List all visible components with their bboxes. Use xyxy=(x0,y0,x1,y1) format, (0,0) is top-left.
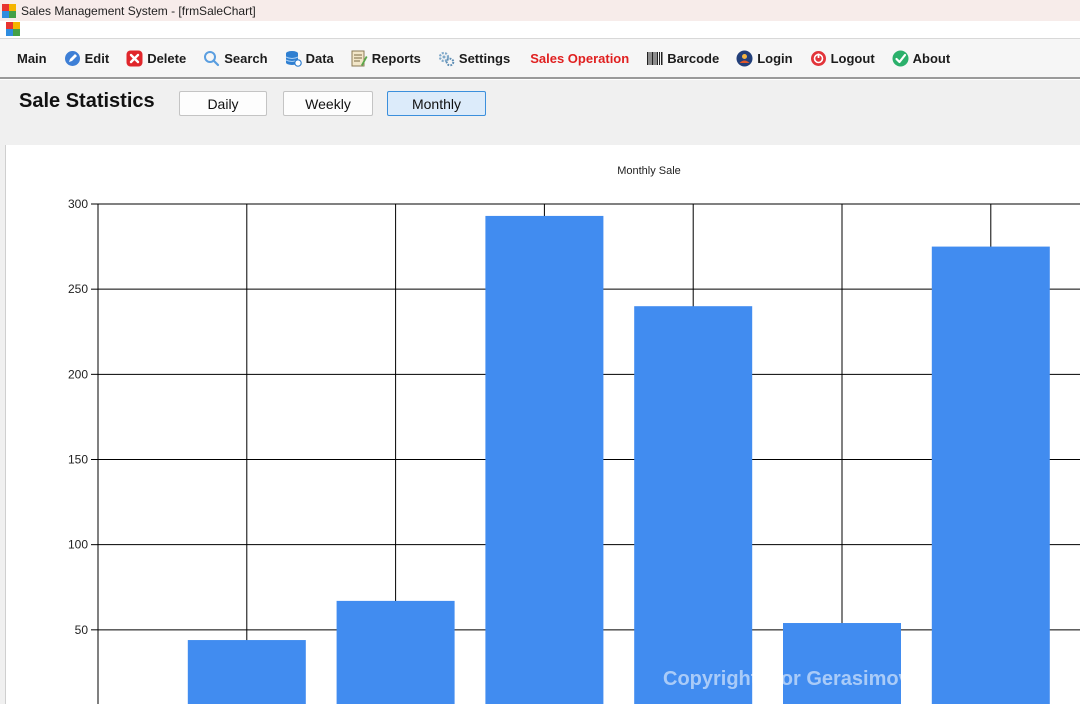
chart-title: Monthly Sale xyxy=(617,165,681,177)
barcode-icon xyxy=(647,51,663,65)
login-icon xyxy=(736,50,753,66)
check-icon xyxy=(892,50,909,66)
bar-3 xyxy=(485,215,604,704)
settings-icon xyxy=(438,51,455,66)
chart-area: Monthly Sale 50 100 150 200 250 300 xyxy=(5,145,1080,704)
mdi-child-strip xyxy=(0,21,1080,38)
y-tick-label-50: 50 xyxy=(75,623,89,637)
menu-barcode-label: Barcode xyxy=(667,50,720,66)
menu-login[interactable]: Login xyxy=(727,39,800,77)
menu-settings-label: Settings xyxy=(458,50,511,66)
y-tick-label-150: 150 xyxy=(68,453,88,467)
bar-5 xyxy=(783,623,901,704)
y-tick-label-100: 100 xyxy=(68,538,88,552)
menu-reports[interactable]: Reports xyxy=(342,39,429,77)
menu-sales-operation[interactable]: Sales Operation xyxy=(518,39,637,77)
app-icon xyxy=(2,3,16,18)
search-icon xyxy=(204,50,220,66)
menu-data-label: Data xyxy=(305,50,334,66)
menu-edit[interactable]: Edit xyxy=(55,39,118,77)
logout-icon xyxy=(810,50,826,66)
y-tick-label-200: 200 xyxy=(68,367,88,381)
menu-about-label: About xyxy=(912,50,951,66)
chart-y-ticks: 50 100 150 200 250 300 xyxy=(68,197,98,637)
y-tick-label-250: 250 xyxy=(68,282,88,296)
menu-reports-label: Reports xyxy=(371,50,421,66)
menu-data[interactable]: Data xyxy=(276,39,342,77)
menu-login-label: Login xyxy=(757,50,793,66)
menu-logout[interactable]: Logout xyxy=(801,39,883,77)
menu-delete[interactable]: Delete xyxy=(117,39,194,77)
reports-icon xyxy=(351,50,368,66)
menu-barcode[interactable]: Barcode xyxy=(637,39,727,77)
menu-about[interactable]: About xyxy=(883,39,959,77)
window-titlebar: Sales Management System - [frmSaleChart] xyxy=(0,0,1080,21)
menu-main-label: Main xyxy=(17,50,47,66)
statistics-toolbar: Sale Statistics Daily Weekly Monthly xyxy=(0,80,1080,145)
menu-main[interactable]: Main xyxy=(8,39,55,77)
page-title: Sale Statistics xyxy=(19,90,155,112)
weekly-button[interactable]: Weekly xyxy=(283,91,373,116)
bar-2 xyxy=(336,600,455,704)
window-title: Sales Management System - [frmSaleChart] xyxy=(21,3,256,18)
bar-1 xyxy=(187,640,306,704)
bar-4 xyxy=(634,306,753,704)
menu-search[interactable]: Search xyxy=(194,39,275,77)
mdi-app-icon[interactable] xyxy=(6,22,20,36)
monthly-sale-chart: Monthly Sale 50 100 150 200 250 300 xyxy=(68,165,1080,704)
delete-icon xyxy=(126,50,143,66)
menu-delete-label: Delete xyxy=(147,50,187,66)
y-tick-label-300: 300 xyxy=(68,197,88,211)
menu-edit-label: Edit xyxy=(84,50,110,66)
pencil-icon xyxy=(64,50,80,66)
database-icon xyxy=(285,50,302,67)
menu-logout-label: Logout xyxy=(830,50,875,66)
menu-settings[interactable]: Settings xyxy=(429,39,518,77)
menu-sales-operation-label: Sales Operation xyxy=(530,50,630,66)
bar-6 xyxy=(931,246,1050,704)
menu-search-label: Search xyxy=(224,50,268,66)
monthly-button[interactable]: Monthly xyxy=(387,91,486,116)
menu-bar: Main Edit Delete Search Data Reports Set… xyxy=(0,38,1080,79)
daily-button[interactable]: Daily xyxy=(179,91,267,116)
